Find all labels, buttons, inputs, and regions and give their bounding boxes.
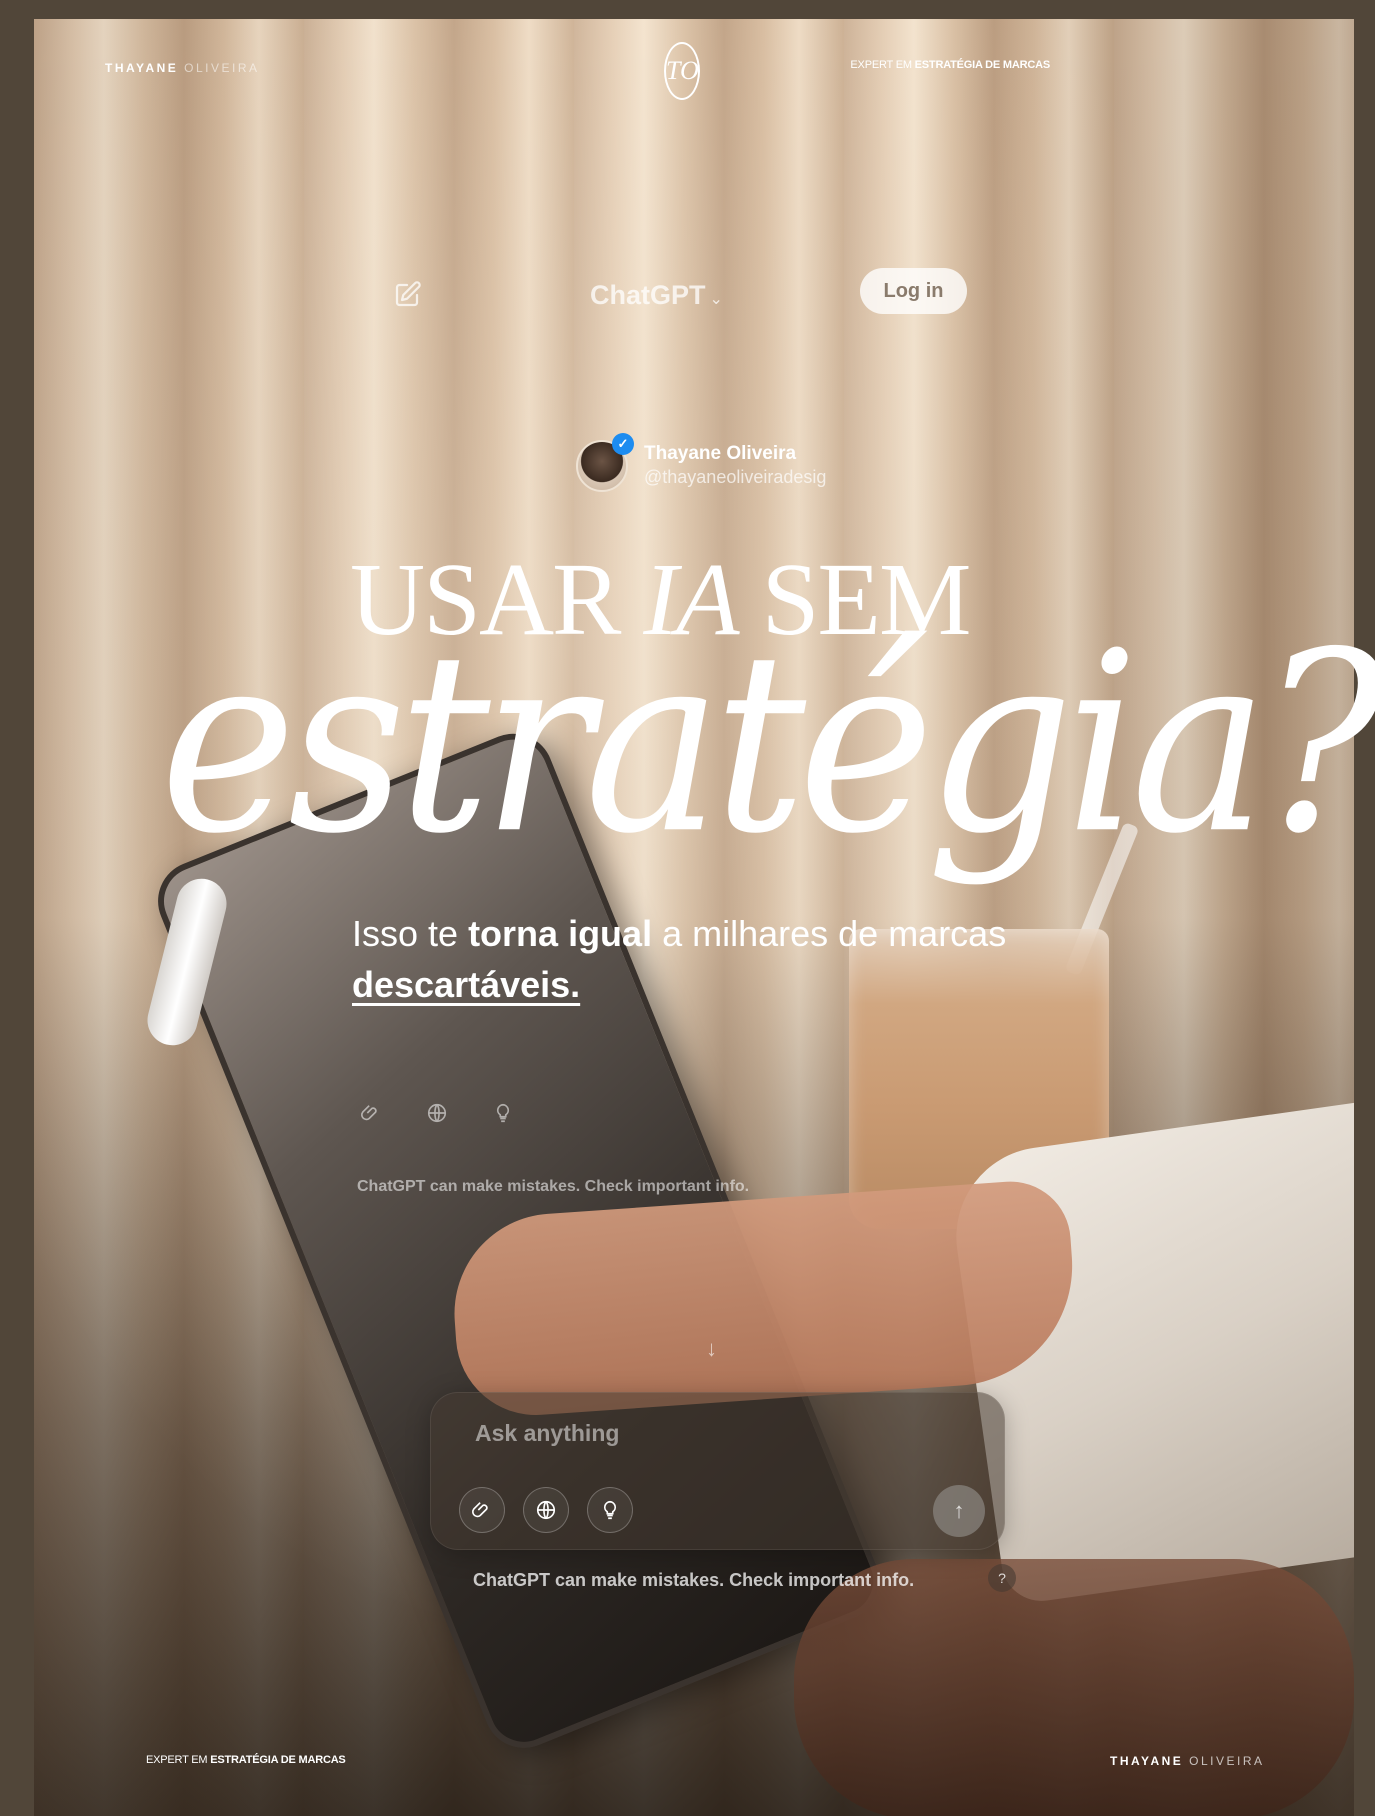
body-part-1: Isso te [352, 913, 469, 954]
ghost-toolbar [360, 1102, 514, 1124]
tagline-bold: ESTRATÉGIA DE MARCAS [210, 1754, 346, 1766]
scroll-down-icon[interactable]: ↓ [706, 1336, 717, 1362]
headline-line-2: estratégia? [160, 600, 1375, 889]
profile-handle: @thayaneoliveiradesig [644, 467, 827, 487]
brand-name-bottom: THAYANE OLIVEIRA [1110, 1754, 1265, 1768]
reason-button[interactable] [587, 1487, 633, 1533]
brand-last-name: OLIVEIRA [184, 61, 260, 75]
profile-name: Thayane Oliveira [644, 443, 797, 464]
brand-first-name: THAYANE [1110, 1754, 1184, 1768]
brand-name-top: THAYANE OLIVEIRA [105, 61, 260, 75]
edit-icon[interactable] [392, 280, 422, 310]
lightbulb-icon [492, 1102, 514, 1124]
verified-badge-icon: ✓ [612, 433, 634, 455]
body-copy: Isso te torna igual a milhares de marcas… [352, 908, 1006, 1010]
body-part-2: a milhares de marcas [652, 913, 1007, 954]
attach-button[interactable] [459, 1487, 505, 1533]
body-bold-2: descartáveis. [352, 964, 581, 1005]
monogram-logo: TO [664, 42, 700, 100]
prompt-input[interactable] [475, 1415, 835, 1451]
help-icon[interactable]: ? [988, 1564, 1016, 1592]
model-selector[interactable]: ChatGPT ⌄ [590, 280, 723, 311]
model-title: ChatGPT [590, 280, 706, 310]
globe-icon [426, 1102, 448, 1124]
body-bold-1: torna igual [468, 913, 653, 954]
brand-first-name: THAYANE [105, 61, 179, 75]
send-button[interactable]: ↑ [933, 1485, 985, 1537]
ghost-disclaimer: ChatGPT can make mistakes. Check importa… [357, 1178, 750, 1195]
tagline-prefix: EXPERT EM [146, 1754, 208, 1766]
tagline-prefix: EXPERT EM [850, 59, 912, 71]
brand-last-name: OLIVEIRA [1189, 1754, 1265, 1768]
lightbulb-icon [599, 1499, 621, 1521]
prompt-composer: ↑ [430, 1392, 1005, 1550]
tagline-top: EXPERT EM ESTRATÉGIA DE MARCAS [850, 59, 1050, 71]
paperclip-icon [360, 1102, 382, 1124]
login-button[interactable]: Log in [860, 268, 967, 314]
disclaimer-text: ChatGPT can make mistakes. Check importa… [473, 1570, 915, 1590]
second-hand-image [794, 1559, 1354, 1816]
tagline-bottom: EXPERT EM ESTRATÉGIA DE MARCAS [146, 1754, 346, 1766]
search-web-button[interactable] [523, 1487, 569, 1533]
paperclip-icon [471, 1499, 493, 1521]
globe-icon [535, 1499, 557, 1521]
chevron-down-icon: ⌄ [709, 291, 723, 308]
tagline-bold: ESTRATÉGIA DE MARCAS [914, 59, 1051, 71]
